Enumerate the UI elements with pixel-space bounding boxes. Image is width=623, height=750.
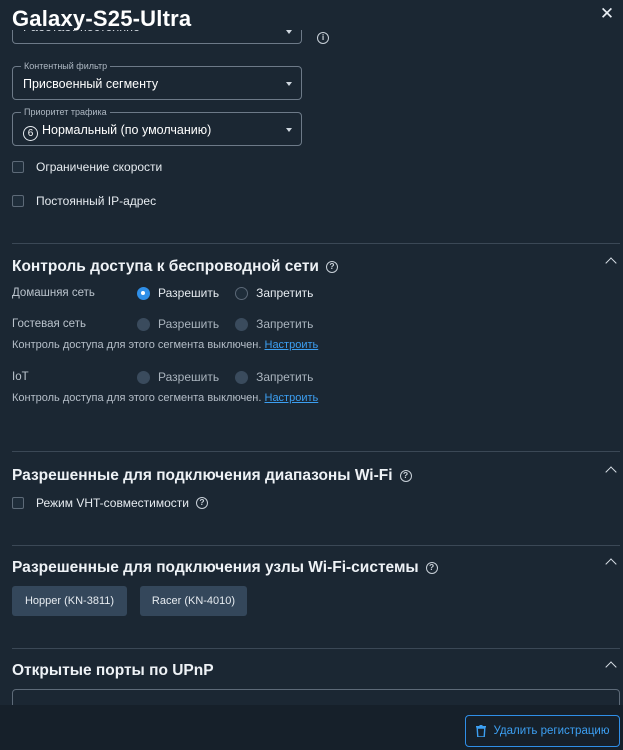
page-title: Galaxy-S25-Ultra (12, 6, 192, 31)
content-filter-legend: Контентный фильтр (21, 61, 111, 71)
mesh-node-racer-button[interactable]: Racer (KN-4010) (140, 586, 247, 616)
home-allow-radio[interactable] (137, 286, 150, 300)
guest-network-label: Гостевая сеть (12, 318, 86, 330)
section-divider (12, 451, 620, 452)
close-icon[interactable]: ✕ (597, 4, 617, 24)
guest-deny-radio[interactable] (235, 317, 249, 331)
chevron-down-icon (286, 30, 292, 34)
iot-allow-label: Разрешить (158, 370, 220, 384)
mesh-node-hopper-button[interactable]: Hopper (KN-3811) (12, 586, 127, 616)
wifi-bands-title-text: Разрешенные для подключения диапазоны Wi… (12, 467, 393, 484)
scroll-area[interactable]: Работает постоянно i Контентный фильтр П… (0, 0, 623, 705)
iot-note-text: Контроль доступа для этого сегмента выкл… (12, 392, 262, 404)
delete-registration-button[interactable]: Удалить регистрацию (465, 715, 620, 747)
chevron-down-icon (286, 82, 292, 86)
traffic-priority-legend: Приоритет трафика (21, 107, 110, 117)
static-ip-label: Постоянный IP-адрес (36, 194, 157, 208)
content-filter-value: Присвоенный сегменту (23, 77, 159, 91)
section-divider (12, 545, 620, 546)
vht-checkbox[interactable] (12, 497, 24, 509)
vht-option[interactable]: Режим VHT-совместимости ? (12, 496, 208, 510)
speed-limit-label: Ограничение скорости (36, 160, 163, 174)
info-icon[interactable]: ? (425, 562, 438, 574)
upnp-ports-table (12, 689, 620, 705)
wireless-access-title-text: Контроль доступа к беспроводной сети (12, 258, 319, 275)
guest-network-radio-group: Разрешить Запретить (137, 317, 329, 331)
vht-label: Режим VHT-совместимости (36, 496, 189, 510)
home-deny-radio[interactable] (235, 286, 249, 300)
iot-network-label: IoT (12, 371, 29, 383)
guest-configure-link[interactable]: Настроить (265, 339, 319, 351)
wireless-access-title: Контроль доступа к беспроводной сети ? (12, 258, 338, 276)
priority-badge-icon: 6 (23, 126, 38, 141)
mesh-nodes-title-text: Разрешенные для подключения узлы Wi-Fi-с… (12, 559, 419, 576)
iot-allow-radio[interactable] (137, 370, 150, 384)
delete-registration-label: Удалить регистрацию (493, 725, 610, 737)
section-divider (12, 243, 620, 244)
content-filter-select[interactable]: Контентный фильтр Присвоенный сегменту (12, 61, 302, 100)
speed-limit-checkbox[interactable] (12, 161, 24, 173)
info-icon[interactable]: i (317, 32, 329, 44)
static-ip-option[interactable]: Постоянный IP-адрес (12, 194, 156, 208)
home-deny-label: Запретить (256, 286, 314, 300)
guest-deny-label: Запретить (256, 317, 314, 331)
guest-note-text: Контроль доступа для этого сегмента выкл… (12, 339, 262, 351)
collapse-chevron-up-icon[interactable] (604, 254, 618, 268)
iot-deny-radio[interactable] (235, 370, 249, 384)
collapse-chevron-up-icon[interactable] (604, 555, 618, 569)
wifi-bands-title: Разрешенные для подключения диапазоны Wi… (12, 467, 412, 485)
static-ip-checkbox[interactable] (12, 195, 24, 207)
home-network-label: Домашняя сеть (12, 287, 95, 299)
info-icon[interactable]: ? (195, 497, 208, 509)
chevron-down-icon (286, 128, 292, 132)
home-allow-label: Разрешить (158, 286, 220, 300)
home-network-radio-group: Разрешить Запретить (137, 286, 329, 300)
guest-access-note: Контроль доступа для этого сегмента выкл… (12, 339, 318, 351)
collapse-chevron-up-icon[interactable] (604, 463, 618, 477)
upnp-title-text: Открытые порты по UPnP (12, 662, 214, 679)
traffic-priority-value-wrap: 6 Нормальный (по умолчанию) (23, 123, 211, 141)
traffic-priority-select[interactable]: Приоритет трафика 6 Нормальный (по умолча… (12, 107, 302, 146)
upnp-title: Открытые порты по UPnP (12, 662, 214, 680)
traffic-priority-value: Нормальный (по умолчанию) (42, 123, 212, 137)
info-icon[interactable]: ? (325, 261, 338, 273)
iot-configure-link[interactable]: Настроить (265, 392, 319, 404)
section-divider (12, 648, 620, 649)
mesh-nodes-title: Разрешенные для подключения узлы Wi-Fi-с… (12, 559, 438, 577)
footer-bar: Удалить регистрацию (0, 705, 623, 750)
iot-access-note: Контроль доступа для этого сегмента выкл… (12, 392, 318, 404)
guest-allow-radio[interactable] (137, 317, 150, 331)
iot-deny-label: Запретить (256, 370, 314, 384)
collapse-chevron-up-icon[interactable] (604, 658, 618, 672)
device-settings-panel: Работает постоянно i Контентный фильтр П… (0, 0, 623, 750)
trash-icon (475, 725, 486, 737)
iot-network-radio-group: Разрешить Запретить (137, 370, 329, 384)
info-icon[interactable]: ? (399, 470, 412, 482)
speed-limit-option[interactable]: Ограничение скорости (12, 160, 162, 174)
guest-allow-label: Разрешить (158, 317, 220, 331)
